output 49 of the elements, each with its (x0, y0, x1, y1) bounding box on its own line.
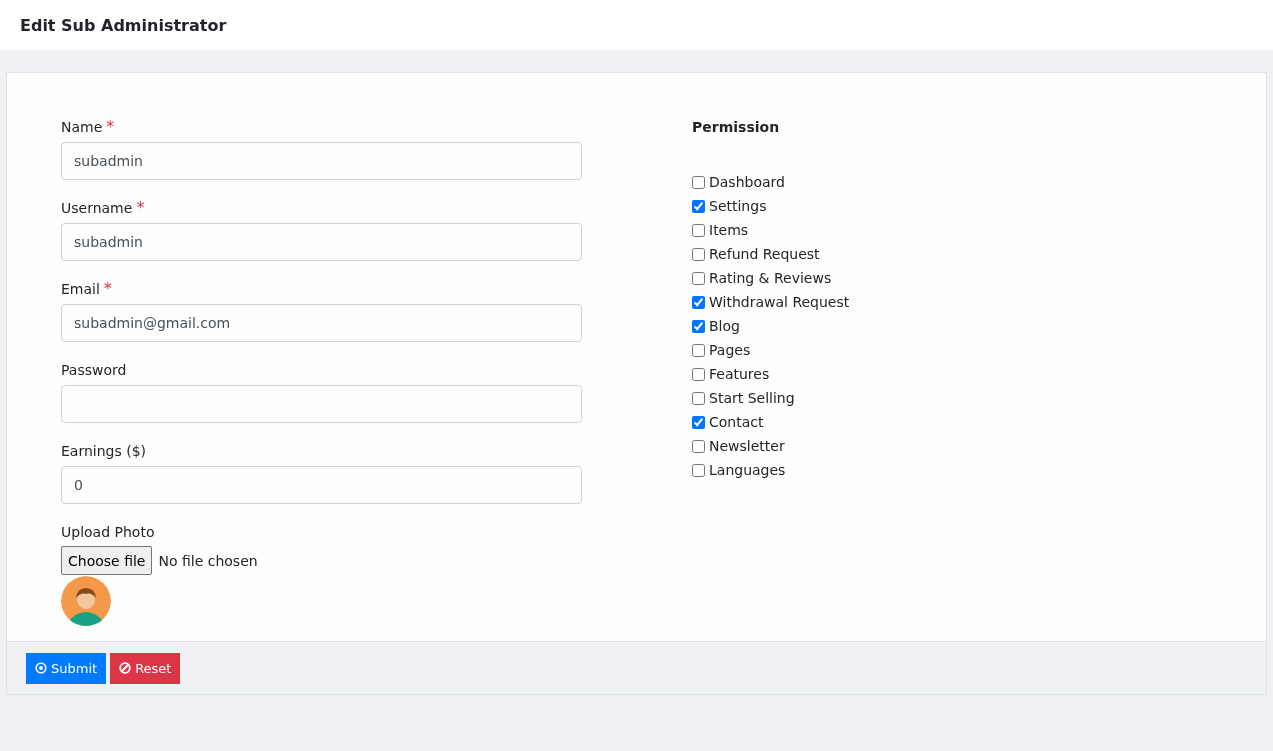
checkbox-label: Start Selling (709, 390, 795, 406)
submit-button[interactable]: Submit (26, 652, 107, 684)
checkbox[interactable] (692, 199, 705, 213)
file-status: No file chosen (158, 552, 258, 569)
checkbox[interactable] (692, 319, 705, 333)
checkbox[interactable] (692, 295, 705, 309)
field-label: Earnings ($) (61, 443, 147, 459)
checkbox[interactable] (692, 271, 705, 285)
avatar-icon (61, 576, 111, 626)
checkbox-label: Rating & Reviews (709, 270, 832, 286)
checkbox-label: Newsletter (709, 438, 785, 454)
text-field[interactable]: subadmin (61, 142, 582, 180)
checkbox-label: Items (709, 222, 749, 238)
text-field[interactable]: subadmin@gmail.com (61, 304, 582, 342)
field-label: Password (61, 362, 127, 378)
checkbox-label: Pages (709, 342, 751, 358)
checkbox-label: Languages (709, 462, 786, 478)
text-field[interactable]: subadmin (61, 223, 582, 261)
checkbox[interactable] (692, 247, 705, 261)
checkbox[interactable] (692, 463, 705, 477)
required-mark: * (106, 117, 115, 136)
checkbox-label: Contact (709, 414, 764, 430)
ban-icon (119, 662, 132, 674)
reset-button[interactable]: Reset (110, 652, 181, 684)
section-title: Permission (692, 119, 780, 135)
circle-dot-icon (35, 662, 47, 674)
checkbox-label: Refund Request (709, 246, 820, 262)
text-field[interactable] (61, 385, 582, 423)
checkbox[interactable] (692, 175, 705, 189)
field-label: Name (61, 119, 103, 135)
checkbox-label: Blog (709, 318, 740, 334)
checkbox[interactable] (692, 391, 705, 405)
checkbox-label: Settings (709, 198, 767, 214)
field-label: Username (61, 200, 133, 216)
required-mark: * (103, 279, 112, 298)
field-label: Upload Photo (61, 524, 155, 540)
checkbox[interactable] (692, 367, 705, 381)
checkbox-label: Features (709, 366, 770, 382)
checkbox[interactable] (692, 343, 705, 357)
text-field[interactable]: 0 (61, 466, 582, 504)
required-mark: * (136, 198, 145, 217)
checkbox-label: Withdrawal Request (709, 294, 850, 310)
choose-file-button[interactable]: Choose file (61, 546, 153, 575)
checkbox[interactable] (692, 439, 705, 453)
checkbox[interactable] (692, 415, 705, 429)
checkbox[interactable] (692, 223, 705, 237)
field-label: Email (61, 281, 100, 297)
checkbox-label: Dashboard (709, 174, 785, 190)
page-title: Edit Sub Administrator (20, 15, 227, 35)
